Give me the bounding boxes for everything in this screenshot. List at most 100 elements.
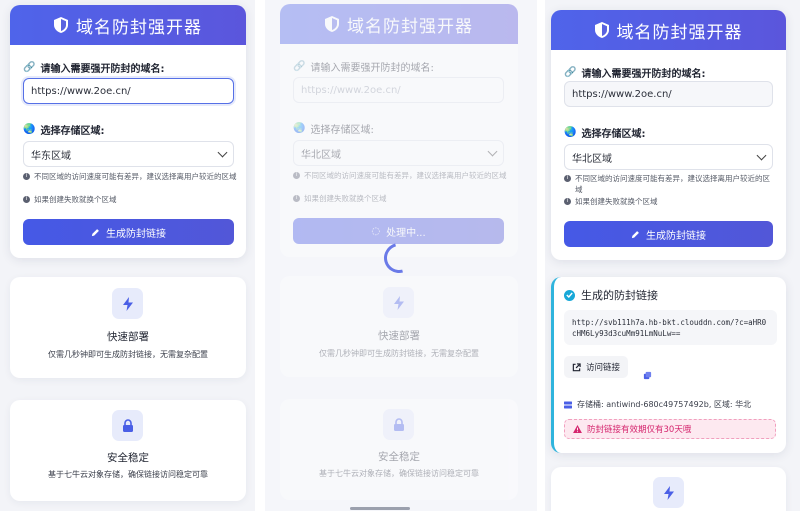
result-card: 生成的防封链接 http://svb111h7a.hb-bkt.clouddn.… — [551, 277, 786, 453]
feature-card-fast — [551, 467, 786, 511]
feature-title: 快速部署 — [378, 330, 420, 342]
panel-result-state: 域名防封强开器 🔗 请输入需要强开防封的域名: https://www.2oe.c… — [545, 0, 800, 511]
region-select-value: 华东区域 — [31, 150, 71, 162]
card-header: 域名防封强开器 — [280, 4, 518, 44]
expiry-warning: 防封链接有效期仅有30天哦 — [564, 419, 776, 439]
scrollbar[interactable] — [350, 507, 410, 510]
hint-region: i 不同区域的访问速度可能有差异，建议选择离用户较近的区域 — [23, 171, 238, 182]
hint-retry-text: 如果创建失败就换个区域 — [304, 194, 387, 203]
shield-icon — [594, 22, 609, 38]
hint-region: i 不同区域的访问速度可能有差异，建议选择离用户较近的区域 — [293, 170, 508, 181]
hint-retry: i 如果创建失败就换个区域 — [23, 194, 238, 205]
hint-region-text: 不同区域的访问速度可能有差异，建议选择离用户较近的区域 — [304, 171, 507, 180]
info-icon: i — [293, 195, 300, 202]
region-select-value: 华北区域 — [301, 149, 341, 161]
panel-divider — [255, 0, 265, 511]
hint-retry-text: 如果创建失败就换个区域 — [34, 195, 117, 204]
link-icon: 🔗 — [23, 62, 36, 73]
check-circle-icon — [564, 289, 575, 301]
generator-card: 域名防封强开器 🔗 请输入需要强开防封的域名: https://www.2oe.c… — [10, 5, 246, 258]
panel-divider — [537, 0, 545, 511]
region-select[interactable]: 华北区域 — [293, 140, 504, 166]
link-icon: 🔗 — [564, 67, 577, 78]
feature-card-fast: 快速部署 仅需几秒钟即可生成防封链接，无需复杂配置 — [280, 276, 518, 377]
generate-button[interactable]: 生成防封链接 — [564, 221, 773, 247]
result-link[interactable]: http://svb111h7a.hb-bkt.clouddn.com/?c=a… — [564, 310, 777, 345]
shield-icon — [325, 16, 339, 32]
region-label: 🌏 选择存储区域: — [293, 121, 374, 136]
info-icon: i — [23, 196, 30, 203]
card-header: 域名防封强开器 — [551, 10, 786, 50]
domain-label-text: 请输入需要强开防封的域名: — [581, 69, 706, 80]
lock-icon — [383, 409, 414, 440]
bucket-info: 存储桶: antiwind-680c49757492b, 区域: 华北 — [564, 399, 751, 410]
region-label-text: 选择存储区域: — [40, 126, 105, 137]
page-title: 域名防封强开器 — [347, 16, 473, 37]
feature-desc: 基于七牛云对象存储，确保链接访问稳定可靠 — [319, 469, 479, 478]
result-title: 生成的防封链接 — [581, 289, 658, 302]
info-icon: i — [23, 173, 30, 180]
region-select-value: 华北区域 — [572, 153, 612, 165]
external-link-icon — [572, 362, 581, 371]
hint-retry-text: 如果创建失败就换个区域 — [575, 197, 658, 206]
globe-icon: 🌏 — [23, 124, 36, 135]
copy-icon[interactable] — [643, 365, 653, 380]
domain-label-text: 请输入需要强开防封的域名: — [310, 63, 434, 74]
feature-title: 安全稳定 — [107, 452, 149, 464]
link-icon: 🔗 — [293, 61, 306, 72]
lightning-icon — [653, 477, 684, 508]
domain-input[interactable]: https://www.2oe.cn/ — [293, 77, 504, 103]
processing-button: ◌ 处理中... — [293, 218, 504, 244]
lock-icon — [112, 410, 143, 441]
domain-label: 🔗 请输入需要强开防封的域名: — [564, 65, 705, 80]
pencil-icon — [631, 230, 639, 238]
region-label: 🌏 选择存储区域: — [564, 125, 645, 140]
visit-link-label: 访问链接 — [586, 363, 621, 373]
info-icon: i — [564, 175, 571, 182]
bucket-info-text: 存储桶: antiwind-680c49757492b, 区域: 华北 — [577, 400, 752, 409]
feature-title: 安全稳定 — [378, 451, 420, 463]
region-label-text: 选择存储区域: — [310, 125, 374, 136]
feature-desc: 基于七牛云对象存储，确保链接访问稳定可靠 — [48, 470, 208, 479]
info-icon: i — [293, 172, 300, 179]
hint-region-text: 不同区域的访问速度可能有差异，建议选择离用户较近的区域 — [34, 172, 237, 181]
visit-link-button[interactable]: 访问链接 — [564, 356, 629, 378]
generate-button-label: 生成防封链接 — [106, 228, 166, 240]
region-label: 🌏 选择存储区域: — [23, 122, 104, 137]
hint-retry: i 如果创建失败就换个区域 — [564, 196, 777, 207]
domain-label-text: 请输入需要强开防封的域名: — [40, 64, 165, 75]
globe-icon: 🌏 — [564, 127, 577, 138]
generator-card: 域名防封强开器 🔗 请输入需要强开防封的域名: https://www.2oe.c… — [280, 4, 518, 257]
loading-icon: ◌ — [371, 225, 381, 237]
panel-input-state: 域名防封强开器 🔗 请输入需要强开防封的域名: https://www.2oe.c… — [0, 0, 255, 511]
region-select[interactable]: 华东区域 — [23, 141, 234, 167]
domain-label: 🔗 请输入需要强开防封的域名: — [23, 60, 164, 75]
domain-input[interactable]: https://www.2oe.cn/ — [564, 81, 773, 107]
card-header: 域名防封强开器 — [10, 5, 246, 45]
hint-region: i 不同区域的访问速度可能有差异，建议选择离用户较近的区域 — [564, 173, 777, 195]
feature-card-fast: 快速部署 仅需几秒钟即可生成防封链接，无需复杂配置 — [10, 277, 246, 378]
shield-icon — [54, 17, 68, 33]
domain-input[interactable]: https://www.2oe.cn/ — [23, 78, 234, 104]
feature-desc: 仅需几秒钟即可生成防封链接，无需复杂配置 — [319, 349, 479, 358]
lightning-icon — [383, 287, 414, 318]
region-select[interactable]: 华北区域 — [564, 144, 773, 170]
globe-icon: 🌏 — [293, 123, 306, 134]
hint-region-text: 不同区域的访问速度可能有差异，建议选择离用户较近的区域 — [575, 174, 770, 194]
page-title: 域名防封强开器 — [616, 22, 743, 43]
chevron-down-icon — [487, 146, 498, 156]
result-header: 生成的防封链接 — [564, 287, 658, 303]
expiry-warning-text: 防封链接有效期仅有30天哦 — [587, 425, 692, 435]
feature-card-secure: 安全稳定 基于七牛云对象存储，确保链接访问稳定可靠 — [280, 399, 518, 500]
feature-title: 快速部署 — [107, 331, 149, 343]
generate-button-label: 生成防封链接 — [646, 230, 706, 242]
generate-button[interactable]: 生成防封链接 — [23, 219, 234, 245]
region-label-text: 选择存储区域: — [581, 129, 646, 140]
pencil-icon — [91, 228, 99, 236]
feature-card-secure: 安全稳定 基于七牛云对象存储，确保链接访问稳定可靠 — [10, 400, 246, 501]
info-icon: i — [564, 198, 571, 205]
warning-icon — [573, 425, 582, 433]
processing-button-label: 处理中... — [386, 227, 426, 239]
lightning-icon — [112, 288, 143, 319]
feature-desc: 仅需几秒钟即可生成防封链接，无需复杂配置 — [48, 350, 208, 359]
